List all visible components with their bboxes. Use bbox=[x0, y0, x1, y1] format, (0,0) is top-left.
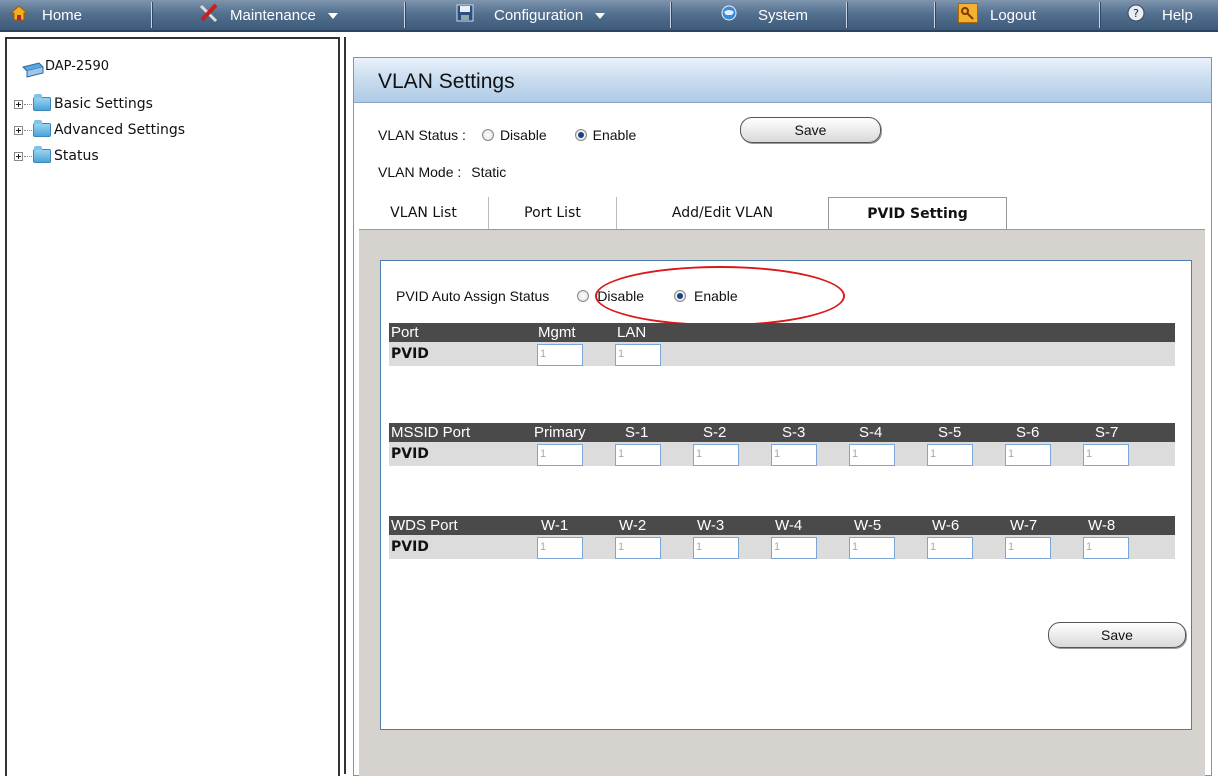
folder-icon bbox=[33, 94, 51, 111]
svg-text:?: ? bbox=[1133, 7, 1139, 20]
pvid-w1-input[interactable]: 1 bbox=[537, 537, 583, 559]
globe-icon bbox=[720, 4, 738, 26]
wds-table-row: PVID 1 1 1 1 1 1 1 1 bbox=[389, 535, 1175, 559]
pvid-s6-input[interactable]: 1 bbox=[1005, 444, 1051, 466]
tab-pvid-setting[interactable]: PVID Setting bbox=[828, 197, 1007, 230]
tab-vlan-list[interactable]: VLAN List bbox=[360, 197, 487, 229]
vlan-mode-value: Static bbox=[471, 164, 507, 180]
save-button[interactable]: Save bbox=[740, 117, 881, 143]
pvid-mgmt-input[interactable]: 1 bbox=[537, 344, 583, 366]
tree-node-label: Status bbox=[54, 148, 99, 164]
configuration-menu[interactable]: Configuration bbox=[456, 0, 606, 30]
page-title: VLAN Settings bbox=[378, 70, 515, 93]
pvid-auto-assign-label: PVID Auto Assign Status bbox=[396, 288, 550, 304]
pvid-disable-radio[interactable] bbox=[577, 290, 590, 302]
tab-content: PVID Auto Assign Status Disable Enable P… bbox=[359, 229, 1205, 776]
frame-divider bbox=[344, 37, 346, 774]
pvid-w2-input[interactable]: 1 bbox=[615, 537, 661, 559]
expand-icon[interactable] bbox=[14, 99, 23, 109]
home-menu[interactable]: Home bbox=[9, 0, 82, 30]
vlan-status-label: VLAN Status : bbox=[378, 127, 466, 143]
help-menu[interactable]: ? Help bbox=[1126, 0, 1193, 30]
mssid-table-row: PVID 1 1 1 1 1 1 1 1 bbox=[389, 442, 1175, 466]
maintenance-menu[interactable]: Maintenance bbox=[198, 0, 338, 30]
pvid-w4-input[interactable]: 1 bbox=[771, 537, 817, 559]
tab-port-list[interactable]: Port List bbox=[488, 197, 616, 229]
tools-icon bbox=[198, 3, 220, 27]
help-icon: ? bbox=[1126, 4, 1146, 26]
port-table-row: PVID 1 1 bbox=[389, 342, 1175, 366]
expand-icon[interactable] bbox=[14, 151, 23, 161]
highlight-ellipse bbox=[595, 266, 845, 326]
key-icon bbox=[958, 3, 978, 27]
pvid-s3-input[interactable]: 1 bbox=[771, 444, 817, 466]
tree-node-label: Basic Settings bbox=[54, 96, 153, 112]
pvid-save-button[interactable]: Save bbox=[1048, 622, 1186, 648]
pvid-s1-input[interactable]: 1 bbox=[615, 444, 661, 466]
wds-table-header: WDS Port W-1 W-2 W-3 W-4 W-5 W-6 W-7 W-8 bbox=[389, 516, 1175, 535]
vlan-status-row: VLAN Status : Disable Enable bbox=[378, 127, 636, 143]
pvid-w7-input[interactable]: 1 bbox=[1005, 537, 1051, 559]
logout-menu[interactable]: Logout bbox=[958, 0, 1036, 30]
pvid-w3-input[interactable]: 1 bbox=[693, 537, 739, 559]
pvid-s7-input[interactable]: 1 bbox=[1083, 444, 1129, 466]
folder-icon bbox=[33, 120, 51, 137]
vlan-settings-panel: VLAN Settings VLAN Status : Disable Enab… bbox=[353, 57, 1212, 776]
navigation-tree-panel: DAP-2590 Basic Settings Advanced Setting… bbox=[5, 37, 340, 776]
expand-icon[interactable] bbox=[14, 125, 23, 135]
chevron-down-icon bbox=[595, 13, 606, 19]
pvid-primary-input[interactable]: 1 bbox=[537, 444, 583, 466]
vlan-mode-label: VLAN Mode : bbox=[378, 164, 462, 180]
pvid-lan-input[interactable]: 1 bbox=[615, 344, 661, 366]
system-menu[interactable]: System bbox=[720, 0, 808, 30]
pvid-s2-input[interactable]: 1 bbox=[693, 444, 739, 466]
pvid-w8-input[interactable]: 1 bbox=[1083, 537, 1129, 559]
pvid-s5-input[interactable]: 1 bbox=[927, 444, 973, 466]
home-icon bbox=[9, 4, 29, 26]
folder-icon bbox=[33, 146, 51, 163]
tree-node-status[interactable]: Status bbox=[14, 146, 99, 166]
pvid-s4-input[interactable]: 1 bbox=[849, 444, 895, 466]
pvid-settings-box: PVID Auto Assign Status Disable Enable P… bbox=[380, 260, 1192, 730]
mssid-table-header: MSSID Port Primary S-1 S-2 S-3 S-4 S-5 S… bbox=[389, 423, 1175, 442]
vlan-disable-label: Disable bbox=[499, 127, 547, 143]
tree-node-label: Advanced Settings bbox=[54, 122, 186, 138]
pvid-w5-input[interactable]: 1 bbox=[849, 537, 895, 559]
top-menu-bar: Home Maintenance Configuration System Lo… bbox=[0, 0, 1218, 32]
tab-add-edit-vlan[interactable]: Add/Edit VLAN bbox=[616, 197, 828, 229]
device-icon bbox=[21, 59, 45, 78]
vlan-enable-radio[interactable] bbox=[574, 129, 587, 141]
tree-node-basic-settings[interactable]: Basic Settings bbox=[14, 94, 153, 114]
panel-header: VLAN Settings bbox=[354, 58, 1211, 103]
floppy-disk-icon bbox=[456, 4, 474, 26]
vlan-disable-radio[interactable] bbox=[481, 129, 494, 141]
tree-root-label[interactable]: DAP-2590 bbox=[45, 59, 109, 74]
vlan-mode-row: VLAN Mode : Static bbox=[378, 164, 506, 180]
pvid-w6-input[interactable]: 1 bbox=[927, 537, 973, 559]
vlan-enable-label: Enable bbox=[592, 127, 637, 143]
chevron-down-icon bbox=[327, 13, 338, 19]
tree-node-advanced-settings[interactable]: Advanced Settings bbox=[14, 120, 185, 140]
port-table-header: Port Mgmt LAN bbox=[389, 323, 1175, 342]
